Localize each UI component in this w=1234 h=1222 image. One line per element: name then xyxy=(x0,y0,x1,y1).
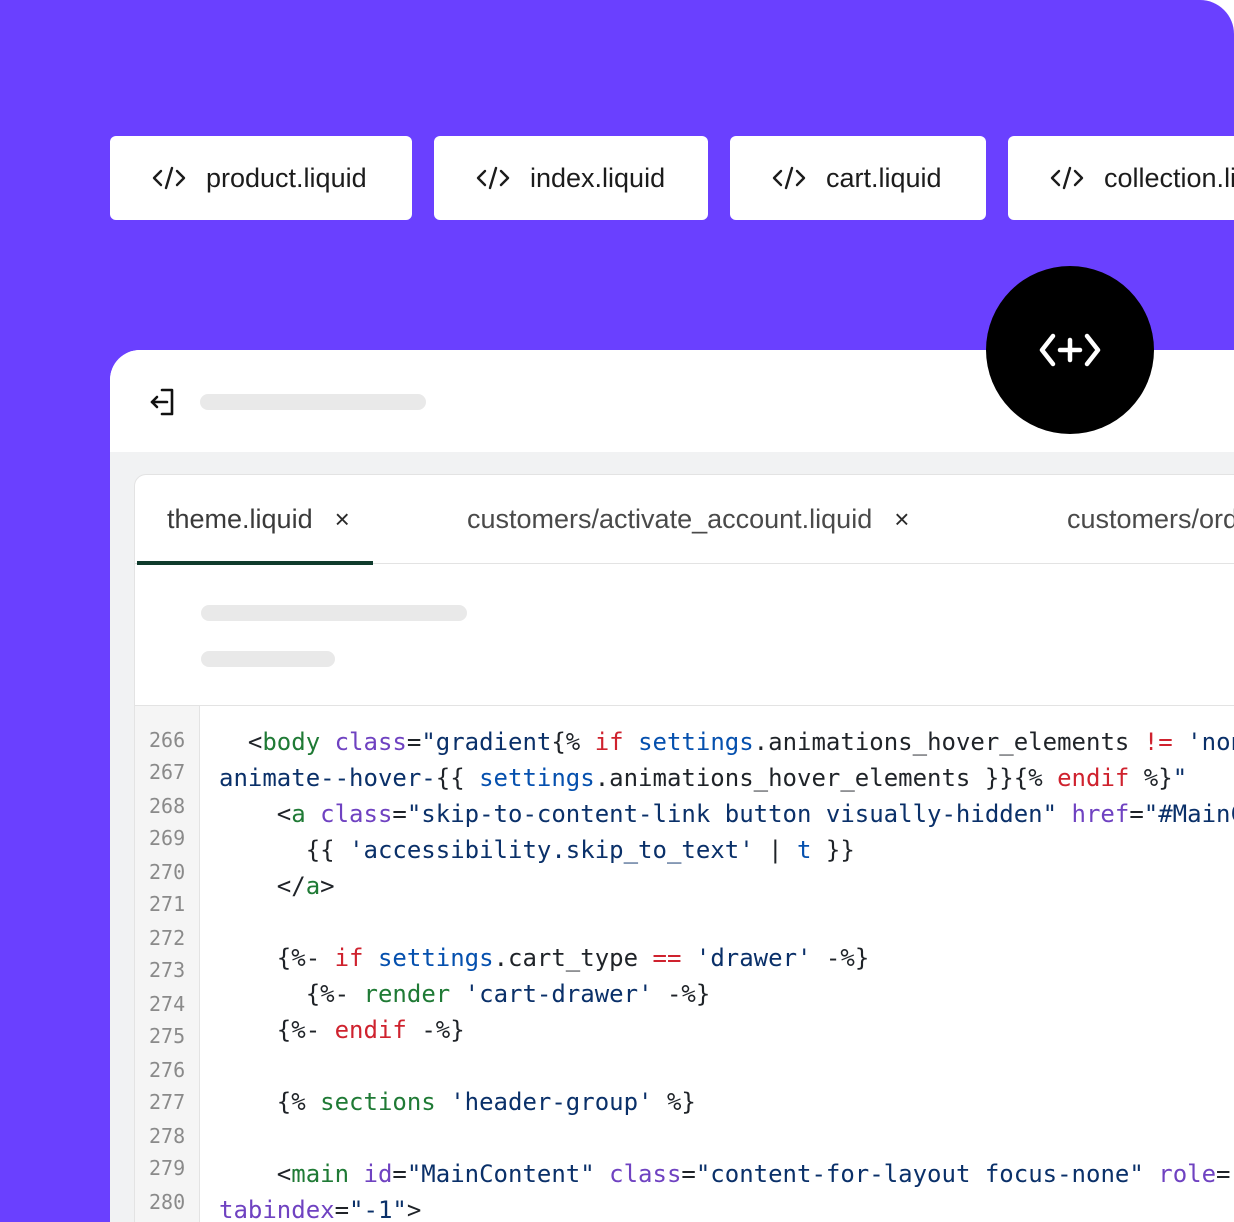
line-number: 269 xyxy=(149,826,186,850)
editor-panel: theme.liquid × customers/activate_accoun… xyxy=(134,474,1234,1222)
tab-label: customers/activate_account.liquid xyxy=(467,503,873,534)
code-editor-window: theme.liquid × customers/activate_accoun… xyxy=(110,350,1234,1222)
exit-icon[interactable] xyxy=(148,386,178,418)
line-number: 270 xyxy=(149,860,186,884)
line-number: 276 xyxy=(149,1058,186,1082)
code-area[interactable]: 266 267 268 269 270 271 272 273 274 275 276 277 278 2… xyxy=(135,705,1234,1222)
line-number: 272 xyxy=(149,926,186,950)
file-chip-product[interactable]: product.liquid xyxy=(110,136,412,220)
line-number: 268 xyxy=(149,794,186,818)
code-line: <a class="skip-to-content-link button vi… xyxy=(276,800,1234,828)
code-line: tabindex="-1"> xyxy=(219,1196,422,1222)
code-plus-icon xyxy=(1039,333,1101,367)
code-icon xyxy=(152,165,186,191)
line-number: 275 xyxy=(149,1024,186,1048)
file-chip-collection[interactable]: collection.liquid xyxy=(1008,136,1234,220)
file-chip-cart[interactable]: cart.liquid xyxy=(730,136,986,220)
code-line: {{ 'accessibility.skip_to_text' | t }} xyxy=(305,836,855,864)
tab-theme-liquid[interactable]: theme.liquid × xyxy=(167,475,350,563)
line-number: 278 xyxy=(149,1124,186,1148)
code-line: {%- endif -%} xyxy=(276,1016,465,1044)
line-number: 273 xyxy=(149,958,186,982)
code-line: {% sections 'header-group' %} xyxy=(276,1088,696,1116)
code-icon xyxy=(1050,165,1084,191)
close-icon[interactable]: × xyxy=(335,504,350,535)
editor-body: theme.liquid × customers/activate_accoun… xyxy=(110,452,1234,1222)
line-number: 266 xyxy=(149,728,186,752)
code-line: <body class="gradient{% if settings.anim… xyxy=(247,728,1234,756)
code-line: {%- render 'cart-drawer' -%} xyxy=(305,980,711,1008)
line-number: 277 xyxy=(149,1090,186,1114)
file-chip-index[interactable]: index.liquid xyxy=(434,136,708,220)
line-number: 279 xyxy=(149,1156,186,1180)
line-number: 280 xyxy=(149,1190,186,1214)
line-number-gutter: 266 267 268 269 270 271 272 273 274 275 276 277 278 2… xyxy=(135,706,200,1222)
loading-placeholder xyxy=(201,651,335,667)
code-icon xyxy=(772,165,806,191)
code-line: animate--hover-{{ settings.animations_ho… xyxy=(219,764,1188,792)
file-chip-label: cart.liquid xyxy=(826,162,942,193)
file-chip-label: product.liquid xyxy=(206,162,367,193)
line-number: 271 xyxy=(149,892,186,916)
loading-placeholder xyxy=(201,605,467,621)
active-tab-indicator xyxy=(137,561,373,565)
line-number: 267 xyxy=(149,760,186,784)
line-number: 274 xyxy=(149,992,186,1016)
file-chip-label: collection.liquid xyxy=(1104,162,1234,193)
code-plus-badge xyxy=(986,266,1154,434)
code-line: {%- if settings.cart_type == 'drawer' -%… xyxy=(276,944,870,972)
code-line: </a> xyxy=(276,872,335,900)
tab-label: theme.liquid xyxy=(167,503,313,534)
code-line: <main id="MainContent" class="content-fo… xyxy=(276,1160,1234,1188)
tab-customers-order[interactable]: customers/order.liquid xyxy=(1067,475,1234,563)
tab-bar: theme.liquid × customers/activate_accoun… xyxy=(135,475,1234,565)
close-icon[interactable]: × xyxy=(894,504,909,535)
tab-label: customers/order.liquid xyxy=(1067,503,1234,534)
title-placeholder xyxy=(200,394,426,410)
tab-activate-account[interactable]: customers/activate_account.liquid × xyxy=(467,475,909,563)
hero-canvas: product.liquid index.liquid cart.liquid … xyxy=(0,0,1234,1222)
code-icon xyxy=(476,165,510,191)
file-chip-label: index.liquid xyxy=(530,162,666,193)
